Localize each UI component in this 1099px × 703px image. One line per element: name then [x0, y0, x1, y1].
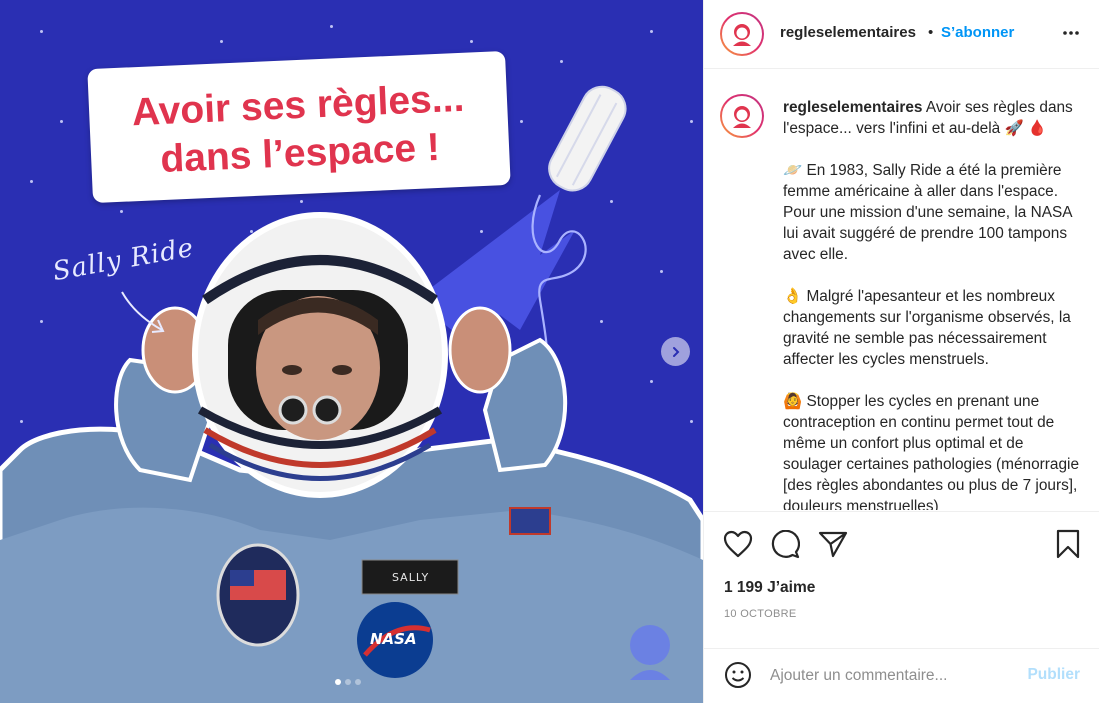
- headline-text: Avoir ses règles... dans l’espace !: [88, 73, 510, 187]
- carousel-next-button[interactable]: [661, 337, 690, 366]
- like-count[interactable]: 1 199 J’aime: [724, 579, 815, 597]
- post-image[interactable]: Avoir ses règles... dans l’espace ! Sall…: [0, 0, 703, 703]
- chevron-right-icon: [672, 346, 679, 357]
- name-tag: SALLY: [392, 571, 430, 584]
- author-username[interactable]: regleselementaires: [780, 24, 916, 41]
- carousel-dot-2: [345, 679, 351, 685]
- emoji-icon[interactable]: [724, 661, 752, 689]
- bookmark-icon[interactable]: [1055, 529, 1081, 559]
- caption-paragraph-1: 🪐 En 1983, Sally Ride a été la première …: [783, 162, 1072, 263]
- heart-icon[interactable]: [723, 530, 753, 558]
- caption-username[interactable]: regleselementaires: [783, 99, 922, 116]
- caption-scroll-area[interactable]: regleselementaires Avoir ses règles dans…: [704, 70, 1099, 510]
- comment-bar: Publier: [704, 648, 1099, 703]
- carousel-dot-1: [335, 679, 341, 685]
- post-header: regleselementaires • S’abonner: [704, 0, 1099, 69]
- caption-avatar[interactable]: [720, 94, 764, 138]
- post-date[interactable]: 10 OCTOBRE: [724, 608, 797, 620]
- comment-icon[interactable]: [770, 530, 800, 559]
- avatar-face-icon: [733, 24, 751, 46]
- post-actions: 1 199 J’aime 10 OCTOBRE: [704, 511, 1099, 650]
- carousel-dot-3: [355, 679, 361, 685]
- publish-button[interactable]: Publier: [1027, 666, 1080, 684]
- caption-paragraph-2: 👌 Malgré l'apesanteur et les nombreux ch…: [783, 288, 1071, 368]
- headline-card: Avoir ses règles... dans l’espace !: [87, 50, 511, 204]
- avatar-face-icon: [733, 106, 751, 128]
- post-sidebar: regleselementaires • S’abonner reglesele…: [703, 0, 1099, 703]
- comment-input[interactable]: [770, 664, 1020, 688]
- header-separator: •: [928, 24, 934, 41]
- more-options-icon[interactable]: [1062, 24, 1080, 42]
- share-icon[interactable]: [818, 530, 848, 558]
- author-avatar[interactable]: [720, 12, 764, 56]
- nasa-patch-text: NASA: [370, 630, 417, 648]
- carousel-indicator: [335, 679, 361, 685]
- caption-paragraph-3: 🙆 Stopper les cycles en prenant une cont…: [783, 393, 1080, 510]
- follow-button[interactable]: S’abonner: [941, 24, 1014, 41]
- post-caption: regleselementaires Avoir ses règles dans…: [783, 97, 1083, 510]
